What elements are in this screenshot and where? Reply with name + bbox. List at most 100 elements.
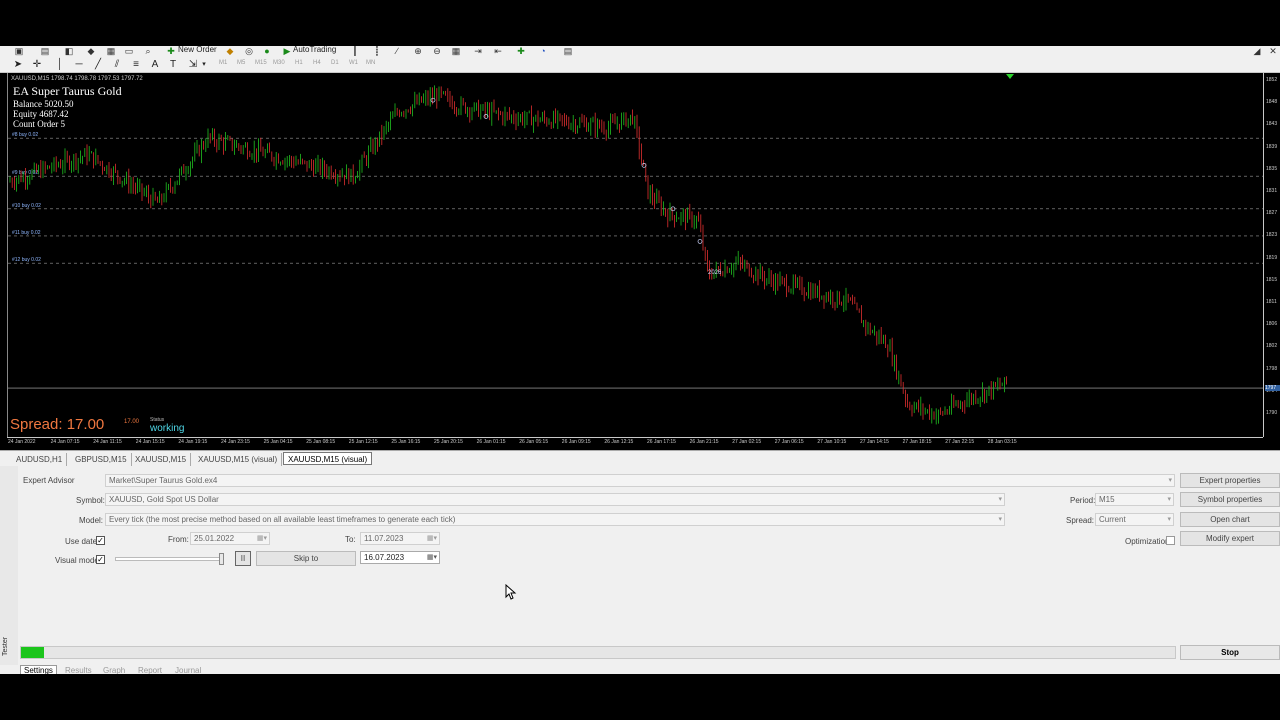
candlestick-chart: #8 buy 0.02#9 buy 0.02#10 buy 0.02#11 bu… xyxy=(8,74,1264,425)
expert-properties-button[interactable]: Expert properties xyxy=(1180,473,1280,488)
skip-to-button[interactable]: Skip to xyxy=(256,551,356,566)
periods-icon[interactable]: ◔ xyxy=(538,47,548,56)
resize-icon[interactable]: ◢ xyxy=(1252,47,1262,56)
text-tool-icon[interactable]: A xyxy=(149,59,161,70)
profiles-icon[interactable]: ▤ xyxy=(40,47,50,56)
skip-date-input[interactable]: 16.07.2023 ▦▾ xyxy=(360,551,440,564)
tab-xauusd-m15-visual-active[interactable]: XAUUSD,M15 (visual) xyxy=(283,452,373,465)
symbol-label: Symbol: xyxy=(76,496,105,505)
visual-mode-label: Visual mode xyxy=(55,556,99,565)
templates-icon[interactable]: ▤ xyxy=(563,47,573,56)
time-tick: 26 Jan 09:15 xyxy=(561,439,591,445)
tile-windows-icon[interactable]: ▦ xyxy=(451,47,461,56)
count-order-row: Count Order 5 xyxy=(13,119,65,129)
open-chart-button[interactable]: Open chart xyxy=(1180,512,1280,527)
fibonacci-icon[interactable]: ≡ xyxy=(130,59,142,70)
signals-icon[interactable]: ● xyxy=(262,47,272,56)
speed-slider-handle[interactable] xyxy=(219,553,224,565)
price-tick: 1815 xyxy=(1266,276,1278,283)
expert-advisor-select[interactable]: Market\Super Taurus Gold.ex4 ▾ xyxy=(105,474,1175,487)
market-watch-icon[interactable]: ◆ xyxy=(86,47,96,56)
time-tick: 26 Jan 17:15 xyxy=(647,439,676,445)
tab-report[interactable]: Report xyxy=(138,666,162,674)
from-date-input[interactable]: 25.01.2022 ▦▾ xyxy=(190,532,270,545)
channel-icon[interactable]: ⫽ xyxy=(111,59,123,70)
status-value: working xyxy=(150,423,185,434)
visual-mode-checkbox[interactable]: ✓ xyxy=(96,555,105,564)
tab-xauusd-m15[interactable]: XAUUSD,M15 xyxy=(131,453,192,466)
use-date-checkbox[interactable]: ✓ xyxy=(96,536,105,545)
crosshair-icon[interactable]: ✛ xyxy=(31,59,43,70)
new-order-button[interactable]: New Order xyxy=(178,46,217,54)
symbol-properties-button[interactable]: Symbol properties xyxy=(1180,492,1280,507)
tab-settings[interactable]: Settings xyxy=(20,665,57,674)
timeframe-m15[interactable]: M15 xyxy=(255,60,267,66)
strategy-tester-panel: Tester Expert Advisor Market\Super Tauru… xyxy=(0,466,1280,674)
timeframe-m1[interactable]: M1 xyxy=(219,60,227,66)
trendline-icon[interactable]: ╱ xyxy=(92,59,104,70)
autotrading-button[interactable]: AutoTrading xyxy=(293,46,336,54)
optimization-checkbox[interactable] xyxy=(1166,536,1175,545)
pause-button[interactable]: II xyxy=(235,551,251,566)
time-tick: 27 Jan 06:15 xyxy=(774,439,804,445)
symbol-select[interactable]: XAUUSD, Gold Spot US Dollar ▾ xyxy=(105,493,1005,506)
autotrading-icon[interactable]: ▶ xyxy=(282,47,292,56)
chart-shift-icon[interactable]: ⇤ xyxy=(493,47,503,56)
time-axis: 24 Jan 2022 24 Jan 07:15 24 Jan 11:15 24 Ja… xyxy=(7,437,1263,449)
vertical-line-icon[interactable]: │ xyxy=(54,59,66,70)
spread-select[interactable]: Current ▾ xyxy=(1095,513,1174,526)
tab-gbpusd-m15[interactable]: GBPUSD,M15 xyxy=(71,453,132,466)
equity-value: 4687.42 xyxy=(39,109,69,119)
tab-graph[interactable]: Graph xyxy=(103,666,125,674)
tab-xauusd-m15-visual[interactable]: XAUUSD,M15 (visual) xyxy=(194,453,283,466)
bar-chart-icon[interactable]: ┃ xyxy=(350,47,360,56)
close-icon[interactable]: ✕ xyxy=(1268,47,1278,56)
indicators-icon[interactable]: ✚ xyxy=(516,47,526,56)
timeframe-w1[interactable]: W1 xyxy=(349,60,358,66)
spread-label: Spread: xyxy=(10,416,63,433)
speed-slider-track[interactable] xyxy=(115,557,223,561)
time-tick: 24 Jan 19:15 xyxy=(178,439,208,445)
time-tick: 27 Jan 18:15 xyxy=(902,439,932,445)
zoom-in-icon[interactable]: ⊕ xyxy=(413,47,423,56)
horizontal-line-icon[interactable]: ─ xyxy=(73,59,85,70)
candlestick-icon[interactable]: ┋ xyxy=(372,47,382,56)
time-tick: 26 Jan 01:15 xyxy=(476,439,506,445)
timeframe-m30[interactable]: M30 xyxy=(273,60,285,66)
main-toolbar: ▣ ▤ ◧ ◆ ▦ ▭ ⌕ ✚ New Order ◆ ◎ ● ▶ AutoTr… xyxy=(0,46,1280,56)
tab-results[interactable]: Results xyxy=(65,666,92,674)
tester-icon[interactable]: ⌕ xyxy=(143,47,153,56)
chart-area[interactable]: #8 buy 0.02#9 buy 0.02#10 buy 0.02#11 bu… xyxy=(7,73,1280,448)
terminal-icon[interactable]: ▭ xyxy=(124,47,134,56)
new-order-icon[interactable]: ✚ xyxy=(166,47,176,56)
timeframe-h1[interactable]: H1 xyxy=(295,60,303,66)
price-tick: 1827 xyxy=(1266,210,1278,217)
shapes-dropdown-icon[interactable]: ▾ xyxy=(198,59,210,70)
timeframe-m5[interactable]: M5 xyxy=(237,60,245,66)
line-chart-icon[interactable]: ∕ xyxy=(392,47,402,56)
tab-journal[interactable]: Journal xyxy=(175,666,201,674)
time-tick: 24 Jan 07:15 xyxy=(50,439,80,445)
period-select[interactable]: M15 ▾ xyxy=(1095,493,1174,506)
data-window-icon[interactable]: ▦ xyxy=(106,47,116,56)
tab-audusd-h1[interactable]: AUDUSD,H1 xyxy=(12,453,68,466)
meta-editor-icon[interactable]: ◆ xyxy=(225,47,235,56)
options-icon[interactable]: ◎ xyxy=(244,47,254,56)
price-tick: 1811 xyxy=(1266,299,1277,305)
model-select[interactable]: Every tick (the most precise method base… xyxy=(105,513,1005,526)
price-axis: 1852 1848 1843 1839 1835 1831 1827 1823 1819 1815… xyxy=(1263,73,1280,437)
timeframe-d1[interactable]: D1 xyxy=(331,60,339,66)
count-order-value: 5 xyxy=(60,119,66,129)
navigator-icon[interactable]: ◧ xyxy=(64,47,74,56)
price-tick: 1848 xyxy=(1266,99,1278,106)
to-date-input[interactable]: 11.07.2023 ▦▾ xyxy=(360,532,440,545)
timeframe-mn[interactable]: MN xyxy=(366,60,375,66)
stop-button[interactable]: Stop xyxy=(1180,645,1280,660)
text-label-icon[interactable]: T xyxy=(167,59,179,70)
timeframe-h4[interactable]: H4 xyxy=(313,60,321,66)
modify-expert-button[interactable]: Modify expert xyxy=(1180,531,1280,546)
zoom-out-icon[interactable]: ⊖ xyxy=(432,47,442,56)
new-chart-icon[interactable]: ▣ xyxy=(14,47,24,56)
cursor-tool-icon[interactable]: ➤ xyxy=(12,59,24,70)
autoscroll-icon[interactable]: ⇥ xyxy=(473,47,483,56)
